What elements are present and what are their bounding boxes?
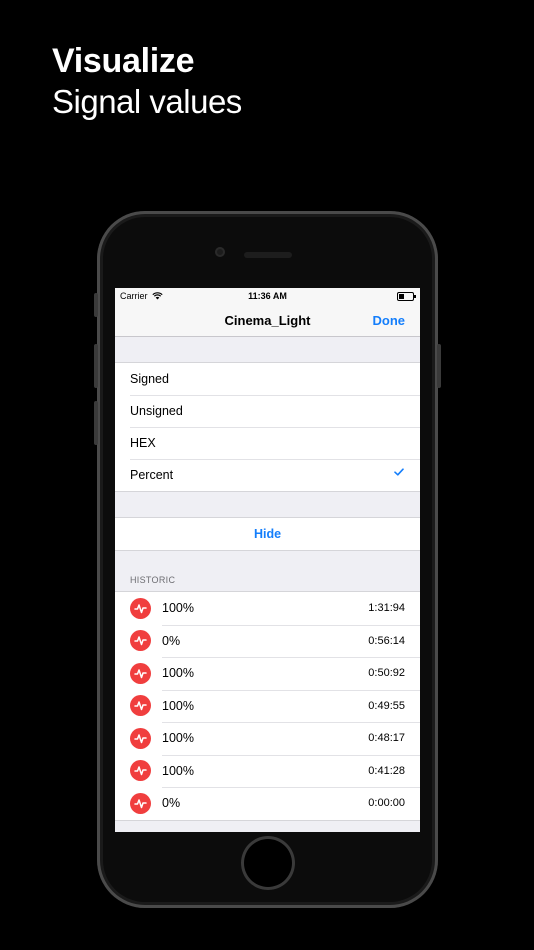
historic-row[interactable]: 100% 0:50:92 <box>115 657 420 690</box>
signal-wave-icon <box>130 760 151 782</box>
app-screen: Carrier 11:36 AM Cinema_Light Done Signe… <box>115 288 420 832</box>
format-option-label: HEX <box>130 436 156 450</box>
navigation-bar: Cinema_Light Done <box>115 304 420 337</box>
historic-time: 0:00:00 <box>368 797 405 810</box>
signal-wave-icon <box>130 792 151 814</box>
format-options-list: Signed Unsigned HEX Percent <box>115 362 420 492</box>
historic-row[interactable]: 0% 0:00:00 <box>115 787 420 820</box>
historic-value: 100% <box>162 731 194 746</box>
signal-wave-icon <box>130 662 151 684</box>
home-button[interactable] <box>241 836 295 890</box>
earpiece-speaker <box>244 252 292 258</box>
volume-down-button <box>94 401 98 445</box>
historic-row[interactable]: 100% 0:49:55 <box>115 689 420 723</box>
historic-time: 0:48:17 <box>368 732 405 745</box>
power-button <box>437 344 441 388</box>
status-bar: Carrier 11:36 AM <box>115 288 420 304</box>
battery-icon <box>397 292 416 301</box>
signal-wave-icon <box>130 727 151 749</box>
hide-button[interactable]: Hide <box>115 518 420 550</box>
format-option-hex[interactable]: HEX <box>115 427 420 459</box>
checkmark-icon <box>394 468 404 476</box>
signal-wave-icon <box>130 630 151 652</box>
format-option-percent[interactable]: Percent <box>115 459 420 491</box>
hide-group: Hide <box>115 517 420 551</box>
historic-row[interactable]: 100% 1:31:94 <box>115 592 420 625</box>
historic-row[interactable]: 100% 0:48:17 <box>115 722 420 755</box>
historic-header-label: HISTORIC <box>130 575 176 585</box>
historic-row[interactable]: 100% 0:41:28 <box>115 754 420 788</box>
signal-wave-icon <box>130 695 151 717</box>
historic-time: 1:31:94 <box>368 602 405 615</box>
historic-value: 100% <box>162 698 194 713</box>
historic-row[interactable]: 0% 0:56:14 <box>115 624 420 658</box>
historic-time: 0:50:92 <box>368 667 405 680</box>
historic-value: 100% <box>162 666 194 681</box>
historic-value: 0% <box>162 796 181 811</box>
format-option-label: Signed <box>130 372 169 386</box>
historic-value: 0% <box>162 633 181 648</box>
historic-list: 100% 1:31:94 0% 0:56:14 100% 0:50:92 100… <box>115 591 420 821</box>
format-option-label: Percent <box>130 468 174 482</box>
format-option-label: Unsigned <box>130 404 183 418</box>
volume-up-button <box>94 344 98 388</box>
format-option-unsigned[interactable]: Unsigned <box>115 395 420 427</box>
promo-title: Visualize <box>52 42 195 80</box>
signal-wave-icon <box>130 597 151 619</box>
historic-section-header: HISTORIC <box>115 551 420 591</box>
historic-time: 0:56:14 <box>368 634 405 647</box>
mute-switch <box>94 293 98 317</box>
historic-time: 0:41:28 <box>368 764 405 777</box>
promo-subtitle: Signal values <box>52 83 242 120</box>
historic-value: 100% <box>162 601 194 616</box>
done-button[interactable]: Done <box>373 313 406 328</box>
status-time: 11:36 AM <box>248 291 287 301</box>
historic-value: 100% <box>162 763 194 778</box>
front-camera <box>215 247 225 257</box>
format-option-signed[interactable]: Signed <box>115 363 420 395</box>
promo-headline: Visualize Signal values <box>52 40 242 122</box>
historic-time: 0:49:55 <box>368 699 405 712</box>
